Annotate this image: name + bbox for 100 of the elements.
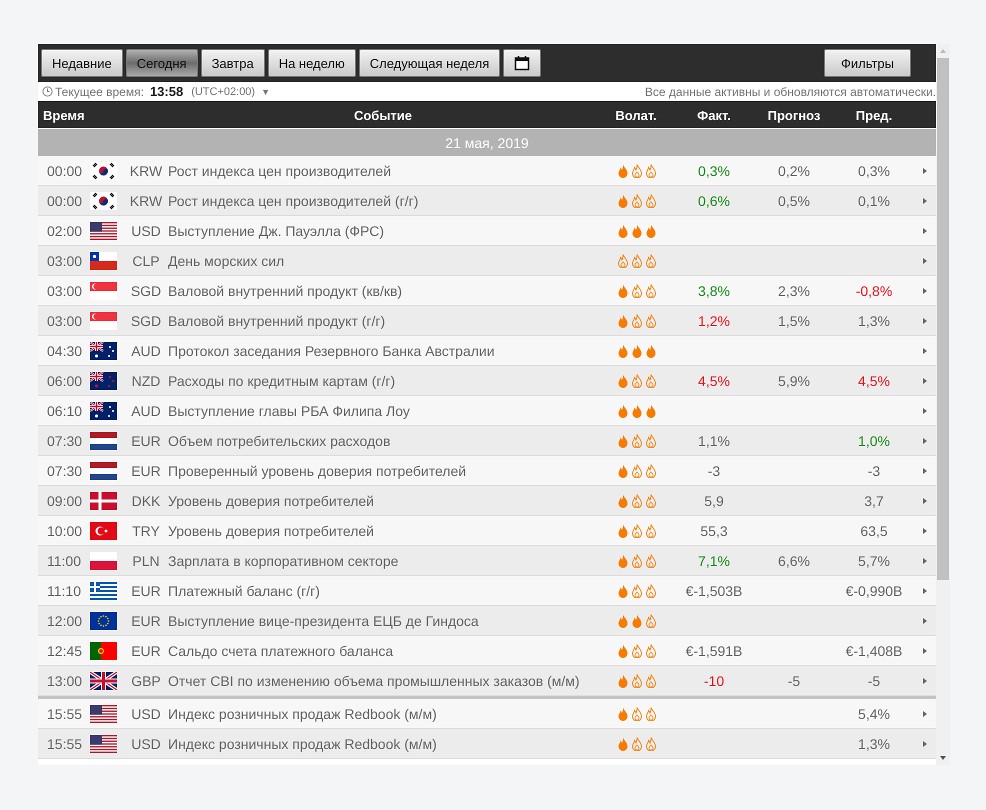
period-tab[interactable]: Следующая неделя [358,49,500,77]
expand-arrow-icon[interactable] [923,710,927,716]
time-cell-text: 07:30 [46,462,84,478]
expand-arrow-icon[interactable] [923,678,927,684]
period-tab[interactable]: Недавние [41,49,123,77]
flame-icon [646,374,656,388]
event-row[interactable]: 15:55 USD Индекс розничных продаж Redbook (м/м) 5,4% [38,696,936,729]
flame-icon [646,614,656,628]
column-header: Прогноз [766,108,822,122]
event-cell-text: Уровень доверия потребителей [168,522,375,538]
date-header: 21 мая, 2019 [38,128,936,156]
actual-cell: 4,5% [698,372,730,388]
event-row[interactable]: 11:10 EUR Платежный баланс (г/г) €-1,503B €-0,990B [38,576,936,606]
event-row[interactable]: 06:10 AUD Выступление главы РБА Филипа Лоу [38,396,936,426]
actual-cell: 55,3 [700,522,728,538]
currency-cell-text: EUR [130,582,162,598]
expand-arrow-icon[interactable] [923,558,927,564]
clock-icon [42,86,53,97]
period-tab[interactable]: Сегодня [126,49,198,77]
time-cell-text: 07:30 [46,432,84,448]
calendar-icon [514,55,530,71]
event-row[interactable]: 12:00 EUR Выступление вице-президента ЕЦБ де Гиндоса [38,606,936,636]
flame-icon [618,194,628,208]
period-tab[interactable]: На неделю [268,49,356,77]
time-cell-text: 11:10 [46,582,82,598]
filters-button[interactable]: Фильтры [824,49,911,77]
expand-arrow-icon[interactable] [923,408,927,414]
flame-icon [632,314,642,328]
flame-icon [632,434,642,448]
currency-cell-text: TRY [131,522,161,538]
expand-arrow-icon[interactable] [923,348,927,354]
flag-icon [90,162,117,180]
expand-arrow-icon[interactable] [923,618,927,624]
event-cell-text: Валовой внутренний продукт (кв/кв) [168,282,404,298]
event-cell-text: Протокол заседания Резервного Банка Австралии [168,342,496,358]
flag-icon [90,192,117,210]
flag-icon [90,462,117,480]
previous-cell: 4,5% [858,372,890,388]
event-row[interactable]: 15:55 USD Индекс розничных продаж Redbook (м/м) 1,3% [38,729,936,759]
event-row[interactable]: 00:00 KRW Рост индекса цен производителей (г/г) 0,6% 0,5% 0,1% [38,186,936,216]
flag-icon [90,432,117,450]
forecast-cell: 5,9% [778,372,810,388]
expand-arrow-icon[interactable] [923,498,927,504]
event-row[interactable]: 12:45 EUR Сальдо счета платежного баланса €-1,591B €-1,408B [38,636,936,666]
expand-arrow-icon[interactable] [923,438,927,444]
event-row[interactable]: 00:00 KRW Рост индекса цен производителей 0,3% 0,2% 0,3% [38,156,936,186]
event-row[interactable]: 11:00 PLN Зарплата в корпоративном секторе 7,1% 6,6% 5,7% [38,546,936,576]
event-row[interactable]: 07:30 EUR Проверенный уровень доверия потребителей -3 -3 [38,456,936,486]
forecast-cell: 2,3% [778,282,810,298]
timezone-selector[interactable]: Текущее время: 13:58 (UTC+02:00) ▼ [38,84,274,99]
event-row[interactable]: 03:00 SGD Валовой внутренний продукт (кв/кв) 3,8% 2,3% -0,8% [38,276,936,306]
actual-cell: 0,3% [698,162,730,178]
actual-cell: 1,2% [698,312,730,328]
flag-icon [90,642,117,660]
previous-cell: €-0,990B [846,582,902,598]
scrollbar[interactable] [936,44,950,765]
expand-arrow-icon[interactable] [923,588,927,594]
flame-icon [618,736,628,750]
expand-arrow-icon[interactable] [923,228,927,234]
expand-arrow-icon[interactable] [923,258,927,264]
event-cell-text: Зарплата в корпоративном секторе [168,552,400,568]
event-row[interactable]: 07:30 EUR Объем потребительских расходов 1,1% 1,0% [38,426,936,456]
currency-cell-text: EUR [130,432,162,448]
flame-icon [646,674,656,688]
expand-arrow-icon[interactable] [923,528,927,534]
currency-cell-text: AUD [130,402,162,418]
expand-arrow-icon[interactable] [923,740,927,746]
event-row[interactable]: 03:00 CLP День морских сил [38,246,936,276]
event-row[interactable]: 09:00 DKK Уровень доверия потребителей 5,9 3,7 [38,486,936,516]
expand-arrow-icon[interactable] [923,168,927,174]
flag-icon [90,222,117,240]
currency-cell-text: GBP [130,672,162,688]
flame-icon [632,524,642,538]
event-row[interactable]: 13:00 GBP Отчет CBI по изменению объема промышленных заказов (м/м) -10 -5 -5 [38,666,936,696]
calendar-button[interactable] [503,49,542,77]
flame-icon [632,404,642,418]
expand-arrow-icon[interactable] [923,198,927,204]
currency-cell-text: USD [130,222,162,238]
flag-icon [90,312,117,330]
event-row[interactable]: 06:00 NZD Расходы по кредитным картам (г/г) 4,5% 5,9% 4,5% [38,366,936,396]
event-row[interactable]: 02:00 USD Выступление Дж. Пауэлла (ФРС) [38,216,936,246]
period-tab[interactable]: Завтра [200,49,265,77]
actual-cell: 0,6% [698,192,730,208]
event-row[interactable]: 03:00 SGD Валовой внутренний продукт (г/г) 1,2% 1,5% 1,3% [38,306,936,336]
expand-arrow-icon[interactable] [923,648,927,654]
flame-icon [632,464,642,478]
event-cell-text: Отчет CBI по изменению объема промышленных заказов (м/м) [168,672,581,688]
event-cell-text: Рост индекса цен производителей [168,162,392,178]
currency-cell-text: SGD [130,312,162,328]
time-cell-text: 15:55 [46,736,84,752]
expand-arrow-icon[interactable] [923,378,927,384]
flame-icon [618,614,628,628]
expand-arrow-icon[interactable] [923,288,927,294]
expand-arrow-icon[interactable] [923,318,927,324]
flame-icon [618,554,628,568]
expand-arrow-icon[interactable] [923,468,927,474]
event-row[interactable]: 10:00 TRY Уровень доверия потребителей 55,3 63,5 [38,516,936,546]
event-row[interactable]: 04:30 AUD Протокол заседания Резервного Банка Австралии [38,336,936,366]
column-header: Факт. [696,108,732,122]
flame-icon [618,164,628,178]
